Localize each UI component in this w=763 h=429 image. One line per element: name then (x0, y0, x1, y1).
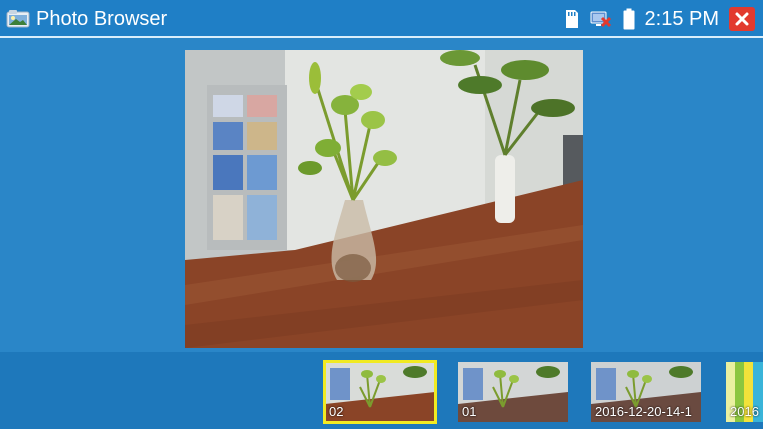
status-area: 2:15 PM (565, 5, 755, 33)
battery-icon (623, 8, 635, 30)
thumbnail-item[interactable]: 02 (323, 360, 437, 424)
thumbnail-label: 2016-12-20-14-1 (595, 404, 692, 419)
photo-browser-app: Photo Browser 2:15 PM 02 01 2016-12-20-1… (0, 0, 763, 429)
thumbnail-item[interactable]: 2016 (726, 362, 763, 422)
thumbnail-label: 2016 (730, 404, 759, 419)
thumbnail-strip: 02 01 2016-12-20-14-1 2016 (0, 352, 763, 429)
thumbnail-item[interactable]: 2016-12-20-14-1 (591, 362, 701, 422)
thumbnail-label: 02 (329, 404, 344, 419)
thumbnail-label: 01 (462, 404, 477, 419)
close-icon (735, 12, 749, 26)
sd-card-icon (565, 10, 578, 28)
photo-folder-icon (6, 10, 30, 28)
thumbnail-item[interactable]: 01 (458, 362, 568, 422)
network-disconnected-icon (590, 11, 611, 28)
clock: 2:15 PM (644, 8, 719, 30)
close-button[interactable] (729, 7, 755, 31)
photo-viewer[interactable] (185, 50, 583, 348)
title-bar: Photo Browser 2:15 PM (0, 0, 763, 38)
photo-image (185, 50, 583, 348)
app-title: Photo Browser (36, 8, 168, 30)
